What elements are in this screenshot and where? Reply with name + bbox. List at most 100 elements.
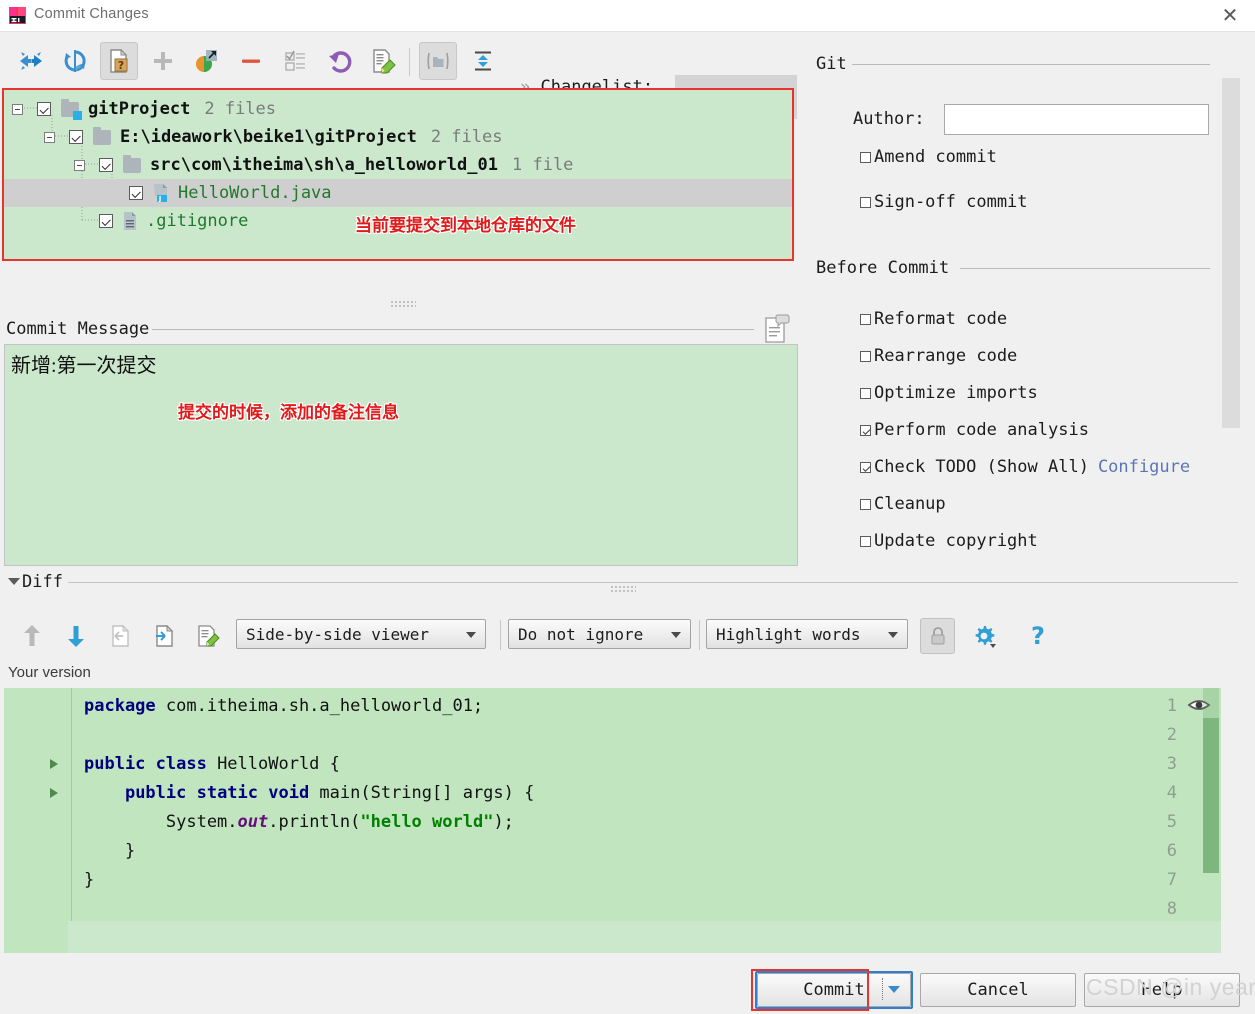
- perform-code-analysis-checkbox[interactable]: Perform code analysis: [860, 420, 1089, 440]
- accept-right-icon[interactable]: [146, 618, 182, 654]
- right-panel-scrollbar-thumb[interactable]: [1222, 78, 1240, 428]
- highlight-value: Highlight words: [707, 625, 861, 644]
- configure-link[interactable]: Configure: [1098, 457, 1190, 477]
- cleanup-checkbox[interactable]: Cleanup: [860, 494, 946, 514]
- show-unversioned-icon[interactable]: ?: [100, 42, 138, 80]
- commit-changes-dialog: Commit Changes ✕: [0, 0, 1255, 1014]
- checkbox-label: Optimize imports: [874, 383, 1038, 403]
- commit-message-input[interactable]: 新增:第一次提交: [4, 344, 798, 566]
- refresh-icon[interactable]: [56, 42, 94, 80]
- diff-section-divider: [68, 582, 1238, 583]
- code-line: }: [84, 870, 94, 890]
- diff-code-pane[interactable]: 1 2 3 4 5 6 7 8 package com.itheima.sh.a…: [4, 688, 1221, 953]
- checkbox-box: [860, 351, 871, 362]
- checkbox-label: Perform code analysis: [874, 420, 1089, 440]
- line-number: 3: [1167, 754, 1177, 774]
- highlight-dropdown[interactable]: Highlight words: [706, 619, 908, 649]
- commit-message-value: 新增:第一次提交: [11, 355, 157, 377]
- whitespace-value: Do not ignore: [509, 625, 643, 644]
- code-scrollbar-thumb[interactable]: [1203, 718, 1219, 873]
- code-line: }: [84, 841, 135, 861]
- commit-button-label: Commit: [803, 980, 864, 1000]
- chevron-down-icon: [888, 632, 898, 638]
- add-icon[interactable]: [144, 42, 182, 80]
- expand-collapse-icon[interactable]: [464, 42, 502, 80]
- help-button-label: Help: [1142, 980, 1183, 1000]
- question-mark-icon[interactable]: ?: [1020, 618, 1056, 654]
- rearrange-code-checkbox[interactable]: Rearrange code: [860, 346, 1017, 366]
- tree-annotation: 当前要提交到本地仓库的文件: [355, 211, 576, 236]
- code-fold-icon[interactable]: [50, 759, 58, 769]
- checkbox-label: Sign-off commit: [874, 192, 1028, 212]
- viewer-mode-dropdown[interactable]: Side-by-side viewer: [236, 619, 486, 649]
- chevron-down-icon[interactable]: [888, 986, 900, 993]
- chevron-down-icon: [466, 632, 476, 638]
- splitter-handle-diff[interactable]: [610, 585, 636, 592]
- chevron-down-icon: [671, 632, 681, 638]
- diff-section-label: Diff: [22, 572, 63, 592]
- diff-collapse-icon[interactable]: [8, 578, 20, 585]
- checkbox-box: [860, 388, 871, 399]
- checkbox-box: [860, 425, 871, 436]
- code-line: package com.itheima.sh.a_helloworld_01;: [84, 696, 483, 716]
- next-difference-icon[interactable]: [58, 618, 94, 654]
- line-number: 8: [1167, 899, 1177, 919]
- group-by-directory-icon[interactable]: [419, 42, 457, 80]
- line-number: 7: [1167, 870, 1177, 890]
- code-line: public class HelloWorld {: [84, 754, 340, 774]
- gear-icon[interactable]: [966, 618, 1002, 654]
- code-bottom-strip: [68, 921, 1221, 953]
- signoff-commit-checkbox[interactable]: Sign-off commit: [860, 192, 1028, 212]
- code-gutter: [4, 688, 72, 953]
- line-number: 2: [1167, 725, 1177, 745]
- remove-icon[interactable]: [232, 42, 270, 80]
- commit-message-divider: [152, 329, 754, 330]
- lock-icon[interactable]: [920, 618, 955, 654]
- title-bar: Commit Changes ✕: [0, 0, 1255, 32]
- commit-button-separator: [882, 978, 883, 1000]
- checkbox-label: Cleanup: [874, 494, 946, 514]
- previous-difference-icon[interactable]: [14, 618, 50, 654]
- move-to-another-changelist-icon[interactable]: [188, 42, 226, 80]
- checkbox-box: [860, 197, 871, 208]
- main-toolbar: ?: [0, 32, 1255, 89]
- accept-left-icon[interactable]: [102, 618, 138, 654]
- edit-changelist-icon[interactable]: [276, 42, 314, 80]
- checkbox-box: [860, 499, 871, 510]
- before-commit-section-label: Before Commit: [816, 258, 949, 278]
- checkbox-label: Check TODO (Show All): [874, 457, 1089, 477]
- checkbox-label: Update copyright: [874, 531, 1038, 551]
- code-line: System.out.println("hello world");: [84, 812, 514, 832]
- diff-pane-title: Your version: [8, 664, 91, 681]
- help-button[interactable]: Help: [1084, 973, 1240, 1007]
- show-history-icon[interactable]: [364, 42, 402, 80]
- amend-commit-checkbox[interactable]: Amend commit: [860, 147, 997, 167]
- optimize-imports-checkbox[interactable]: Optimize imports: [860, 383, 1038, 403]
- splitter-handle-top[interactable]: [390, 300, 416, 307]
- svg-text:?: ?: [118, 59, 124, 72]
- checkbox-box: [860, 462, 871, 473]
- check-todo-checkbox[interactable]: Check TODO (Show All) Configure: [860, 457, 1190, 477]
- viewer-mode-value: Side-by-side viewer: [237, 625, 429, 644]
- author-label: Author:: [853, 109, 925, 129]
- window-title: Commit Changes: [34, 6, 149, 22]
- checkbox-label: Rearrange code: [874, 346, 1017, 366]
- reformat-code-checkbox[interactable]: Reformat code: [860, 309, 1007, 329]
- cancel-button-label: Cancel: [967, 980, 1028, 1000]
- update-copyright-checkbox[interactable]: Update copyright: [860, 531, 1038, 551]
- message-history-icon[interactable]: [764, 314, 790, 344]
- edit-source-icon[interactable]: [190, 618, 226, 654]
- revert-icon[interactable]: [320, 42, 358, 80]
- checkbox-box: [860, 314, 871, 325]
- cancel-button[interactable]: Cancel: [920, 973, 1076, 1007]
- show-diff-icon[interactable]: [12, 42, 50, 80]
- intellij-idea-icon: [9, 7, 26, 24]
- checkbox-box: [860, 152, 871, 163]
- code-fold-icon[interactable]: [50, 788, 58, 798]
- line-number: 5: [1167, 812, 1177, 832]
- close-icon[interactable]: ✕: [1215, 4, 1245, 28]
- whitespace-dropdown[interactable]: Do not ignore: [508, 619, 691, 649]
- checkbox-label: Reformat code: [874, 309, 1007, 329]
- author-field[interactable]: [944, 104, 1209, 135]
- line-number: 6: [1167, 841, 1177, 861]
